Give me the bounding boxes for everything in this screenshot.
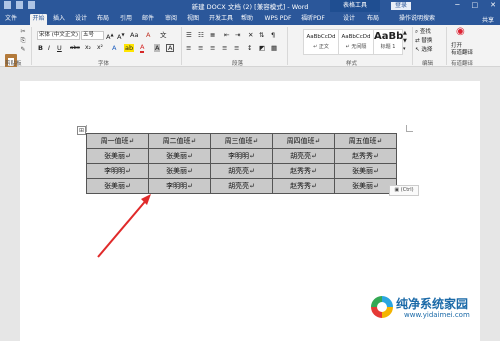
arrow-shaft	[97, 197, 149, 258]
annotation-arrow	[97, 194, 151, 258]
watermark-logo	[371, 296, 393, 318]
watermark-url: www.yidaimei.com	[404, 311, 470, 319]
watermark-site-name: 纯净系统家园	[396, 297, 469, 311]
